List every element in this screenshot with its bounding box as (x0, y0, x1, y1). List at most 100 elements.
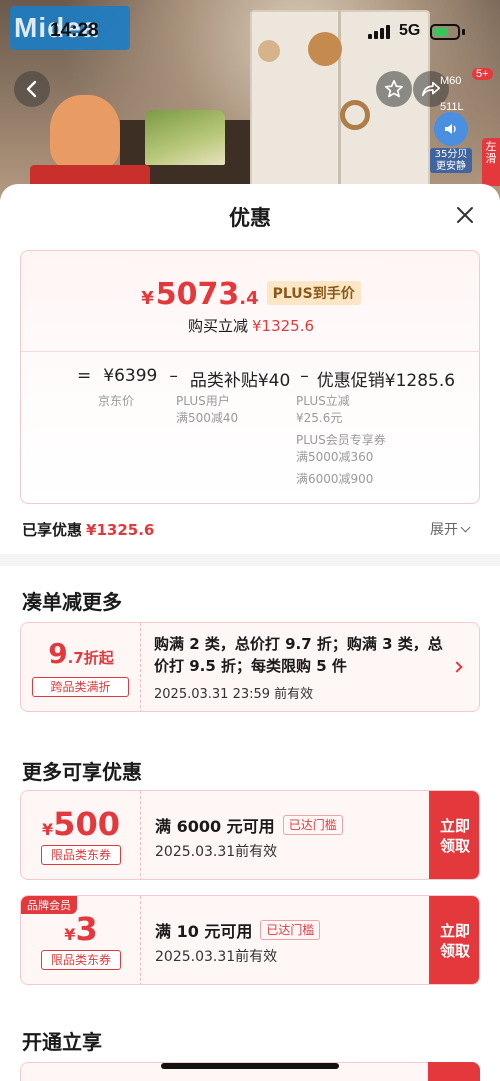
enjoyed-discount-label: 已享优惠 (22, 521, 83, 539)
claim-button-line2: 领取 (439, 837, 470, 855)
price-breakdown-card: ¥ 5073 .4 PLUS到手价 购买立减 ¥1325.6 = ¥6399 – … (20, 250, 480, 504)
bundle-discount-small: .7折起 (67, 649, 114, 667)
promo-line: 满6000减900 (296, 472, 374, 486)
membership-claim-button-peek[interactable] (428, 1062, 480, 1081)
bundle-discount-card[interactable]: 9.7折起 跨品类满折 购满 2 类，总价打 9.7 折；购满 3 类，总价打 … (20, 622, 480, 712)
section-separator (0, 554, 500, 566)
side-swipe-tab[interactable]: 左滑 (482, 138, 500, 186)
model-tag-line1: M60 (440, 75, 462, 87)
formula-promo: 优惠促销¥1285.6 (316, 371, 456, 391)
card-divider (21, 351, 479, 352)
coupon-condition-row: 满 10 元可用 已达门槛 (155, 918, 321, 942)
subsidy-line: 满500减40 (176, 411, 239, 425)
battery-icon (430, 24, 460, 40)
signal-icon (368, 25, 392, 39)
threshold-reached-tag: 已达门槛 (282, 815, 343, 835)
coupon-amount: ¥3 (21, 910, 141, 948)
photo-mascot (50, 95, 120, 170)
coupon-expiry: 2025.03.31前有效 (155, 949, 278, 965)
photo-flower-magnet (308, 32, 342, 66)
share-icon (421, 81, 441, 97)
bundle-description: 购满 2 类，总价打 9.7 折；购满 3 类，总价打 9.5 折；每类限购 5… (154, 635, 443, 675)
photo-wreath (340, 100, 370, 130)
instant-discount-row: 购买立减 ¥1325.6 (21, 315, 479, 336)
jd-price-caption: 京东价 (98, 394, 135, 408)
final-price-currency: ¥ (141, 288, 154, 309)
promo-line: ¥25.6元 (296, 411, 343, 425)
plus-price-tag: PLUS到手价 (266, 281, 361, 305)
formula-subsidy: 品类补贴¥40 (189, 371, 291, 391)
coupon-expiry: 2025.03.31前有效 (155, 844, 278, 860)
audio-caption: 35分贝更安静 (430, 148, 472, 173)
coupon-currency: ¥ (42, 820, 54, 839)
sheet-title: 优惠 (229, 206, 271, 230)
coupon-card: ¥500 限品类东券 满 6000 元可用 已达门槛 2025.03.31前有效… (20, 790, 480, 880)
promo-line: 满5000减360 (296, 450, 374, 464)
coupon-amount: ¥500 (21, 805, 141, 843)
claim-button-line1: 立即 (439, 817, 470, 835)
favorite-button[interactable] (376, 71, 412, 107)
close-icon (457, 207, 473, 223)
claim-button[interactable]: 立即 领取 (429, 896, 479, 984)
coupon-card: ¥3 限品类东券 品牌会员 满 10 元可用 已达门槛 2025.03.31前有… (20, 895, 480, 985)
chevron-down-icon (460, 522, 471, 532)
audio-button[interactable] (434, 112, 468, 146)
section-title-bundle: 凑单减更多 (22, 590, 122, 614)
back-button[interactable] (14, 71, 50, 107)
final-price-integer: 5073 (155, 277, 240, 312)
final-price-decimal: .4 (239, 288, 259, 309)
formula-minus-2: – (300, 366, 309, 386)
network-label: 5G (399, 22, 421, 39)
bundle-left-panel: 9.7折起 跨品类满折 (21, 623, 141, 711)
promo-line: PLUS立减 (296, 394, 350, 408)
photo-vegetables (145, 110, 225, 165)
promo-line: PLUS会员专享券 (296, 433, 386, 447)
formula-minus-1: – (169, 366, 178, 386)
coupon-condition: 满 10 元可用 (155, 922, 253, 941)
coupon-value: 500 (53, 805, 120, 843)
enjoyed-discount-row: 已享优惠 ¥1325.6 (22, 519, 154, 540)
speaker-icon (445, 124, 456, 134)
promo-details: PLUS立减 ¥25.6元 PLUS会员专享券 满5000减360 满6000减… (296, 393, 386, 488)
final-price-row: ¥ 5073 .4 PLUS到手价 (21, 277, 479, 312)
photo-small-magnet (258, 40, 280, 62)
expand-button[interactable]: 展开 (430, 519, 471, 539)
subsidy-details: PLUS用户 满500减40 (176, 393, 238, 427)
section-title-open: 开通立享 (22, 1030, 102, 1054)
status-time: 14:28 (50, 20, 99, 41)
chevron-right-icon (451, 661, 463, 673)
subsidy-line: PLUS用户 (176, 394, 230, 408)
battery-cap (462, 29, 465, 35)
coupon-currency: ¥ (64, 925, 76, 944)
claim-button[interactable]: 立即 领取 (429, 791, 479, 879)
coupon-condition: 满 6000 元可用 (155, 817, 275, 836)
final-price: ¥ 5073 .4 (141, 277, 258, 312)
expand-label: 展开 (430, 522, 458, 538)
close-button[interactable] (450, 200, 480, 230)
formula-equals: = (77, 366, 92, 386)
coupon-condition-row: 满 6000 元可用 已达门槛 (155, 813, 343, 837)
battery-level (434, 28, 448, 36)
model-tag: M60 511L (440, 75, 464, 113)
enjoyed-discount-amount: ¥1325.6 (86, 521, 155, 539)
star-icon (384, 79, 404, 98)
cart-badge: 5+ (472, 68, 493, 80)
bundle-label: 跨品类满折 (32, 677, 129, 697)
home-indicator[interactable] (161, 1063, 339, 1069)
price-formula: = ¥6399 – 品类补贴¥40 – 优惠促销¥1285.6 (77, 366, 455, 391)
chevron-left-icon (26, 80, 37, 98)
coupon-type-label: 限品类东券 (41, 845, 121, 865)
coupon-left-panel: ¥500 限品类东券 (21, 791, 141, 879)
coupon-value: 3 (75, 910, 98, 948)
threshold-reached-tag: 已达门槛 (260, 920, 321, 940)
discount-sheet: 优惠 ¥ 5073 .4 PLUS到手价 购买立减 ¥1325.6 = ¥6399… (0, 184, 500, 1081)
brand-member-badge: 品牌会员 (21, 896, 77, 914)
claim-button-line2: 领取 (439, 942, 470, 960)
bundle-discount-value: 9.7折起 (21, 637, 141, 670)
coupon-type-label: 限品类东券 (41, 950, 121, 970)
section-title-more: 更多可享优惠 (22, 760, 142, 784)
claim-button-line1: 立即 (439, 922, 470, 940)
bundle-discount-big: 9 (48, 637, 68, 670)
instant-discount-label: 购买立减 (187, 317, 248, 335)
formula-jd-price: ¥6399 (103, 366, 158, 386)
